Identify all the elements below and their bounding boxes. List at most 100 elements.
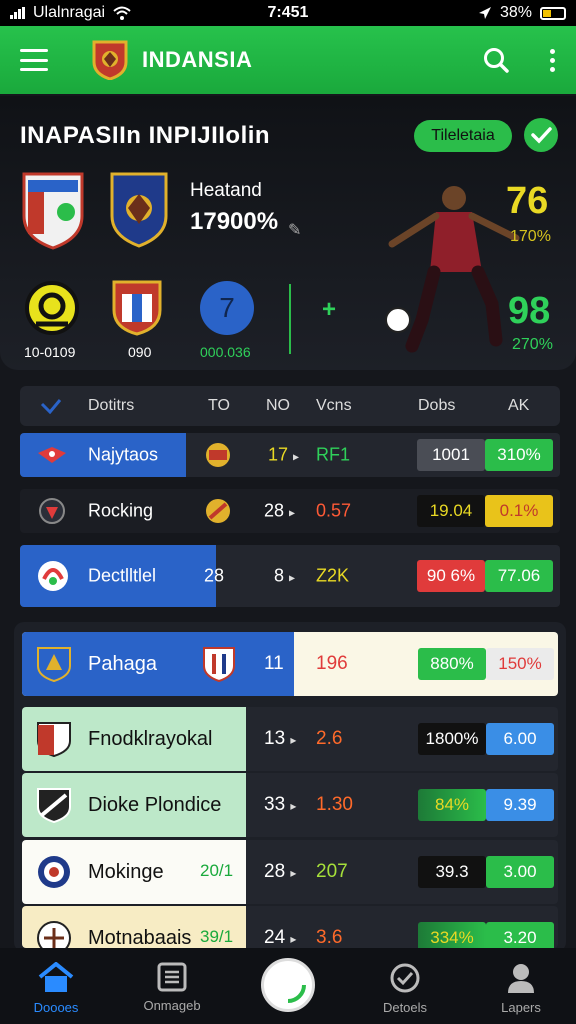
team-crest-away — [110, 172, 168, 248]
location-icon — [478, 7, 491, 19]
table-header: Dotitrs TO NO Vcns Dobs AK — [20, 386, 560, 426]
team-crest — [37, 722, 71, 757]
odds-box[interactable]: 310% — [485, 439, 553, 471]
table-row[interactable]: Fnodklrayokal 13 ▸ 2.6 1800% 6.00 — [22, 707, 558, 771]
nav-home[interactable]: Doooes — [11, 962, 101, 1015]
column-header[interactable]: Dotitrs — [88, 397, 134, 415]
odds-box[interactable]: 19.04 — [417, 495, 485, 527]
team-icon — [39, 498, 65, 524]
score-home-percent: 170% — [510, 228, 551, 245]
team-name: Motnabaais — [88, 927, 192, 948]
stat-value: Z2K — [316, 565, 350, 586]
team-crest — [37, 647, 71, 682]
divider — [289, 284, 291, 354]
badge-label-1: 10-0109 — [24, 344, 76, 360]
checkmark-icon[interactable] — [40, 398, 62, 414]
user-icon — [508, 964, 534, 993]
odds-box[interactable]: 90 6% — [417, 560, 485, 592]
column-header[interactable]: Vcns — [316, 397, 352, 415]
app-title: INDANSIA — [142, 47, 253, 72]
stat-value: 2.6 — [316, 728, 343, 749]
menu-icon[interactable] — [20, 49, 48, 71]
stat-value: 11 — [264, 653, 284, 674]
column-header[interactable]: AK — [508, 397, 529, 415]
table-row[interactable]: Dioke Plondice 33 ▸ 1.30 84% 9.39 — [22, 773, 558, 837]
stat-value: RF1 — [316, 444, 351, 465]
odds-box[interactable]: 3.20 — [486, 922, 554, 948]
stat-value: 8 ▸ — [274, 565, 296, 586]
row-tag: 28 — [204, 565, 225, 586]
plus-icon[interactable]: + — [322, 296, 336, 324]
battery-percent: 38% — [499, 4, 532, 21]
center-action-button[interactable] — [261, 958, 315, 1012]
stat-value: 28 ▸ — [264, 861, 297, 882]
odds-box[interactable]: 3.00 — [486, 856, 554, 888]
match-panel: INAPASIIn INPIJIIolin Tileletaia Heatand… — [0, 96, 576, 370]
score-home: 76 — [506, 180, 549, 222]
odds-box[interactable]: 1001 — [417, 439, 485, 471]
team-name: Dectlltlel — [88, 565, 157, 586]
status-bar: Ulalnragai 7:451 38% — [0, 0, 576, 26]
stat-value: 33 ▸ — [264, 794, 297, 815]
headline-label: Heatand — [190, 180, 262, 201]
match-title: INAPASIIn INPIJIIolin — [20, 122, 271, 149]
odds-box[interactable]: 880% — [418, 648, 486, 680]
nav-label: Doooes — [33, 1000, 79, 1015]
status-pill[interactable]: Tileletaia — [414, 120, 512, 152]
list-icon — [157, 962, 187, 992]
check-icon[interactable] — [524, 118, 558, 152]
more-options-icon[interactable] — [550, 48, 556, 72]
team-crest — [37, 921, 71, 948]
team-crest — [206, 443, 230, 467]
stat-value: 196 — [316, 653, 348, 674]
column-header[interactable]: Dobs — [418, 397, 455, 415]
nav-label: Lapers — [501, 1000, 541, 1015]
odds-box[interactable]: 1800% — [418, 723, 486, 755]
nav-details[interactable]: Detoels — [360, 962, 450, 1015]
odds-box[interactable]: 0.1% — [485, 495, 553, 527]
team-crest-secondary — [203, 647, 235, 682]
home-icon — [38, 962, 74, 992]
odds-box[interactable]: 334% — [418, 922, 486, 948]
stat-value: 207 — [316, 861, 348, 882]
table-row[interactable]: Rocking 28 ▸ 0.57 19.04 0.1% — [20, 489, 560, 533]
team-crest-home — [22, 172, 84, 250]
stat-value: 3.6 — [316, 927, 343, 948]
odds-box[interactable]: 39.3 — [418, 856, 486, 888]
nav-players[interactable]: Lapers — [476, 962, 566, 1015]
table-row[interactable]: Dectlltlel 28 8 ▸ Z2K 90 6% 77.06 — [20, 545, 560, 607]
signal-icon — [10, 7, 25, 19]
team-crest — [37, 788, 71, 823]
check-circle-icon — [390, 963, 420, 993]
odds-box[interactable]: 6.00 — [486, 723, 554, 755]
stat-value: 13 ▸ — [264, 728, 297, 749]
stat-value: 17 ▸ — [268, 444, 300, 465]
table-row[interactable]: Najytaos 17 ▸ RF1 1001 310% — [20, 433, 560, 477]
app-bar: INDANSIA — [0, 26, 576, 94]
app-logo — [92, 40, 128, 80]
stat-value: 0.57 — [316, 500, 352, 521]
badge-icon-2 — [112, 280, 162, 336]
battery-icon — [539, 6, 566, 20]
nav-overview[interactable]: Onmageb — [127, 962, 217, 1013]
team-name: Dioke Plondice — [88, 794, 222, 816]
table-row[interactable]: Motnabaais 39/1 24 ▸ 3.6 334% 3.20 — [22, 906, 558, 948]
search-icon[interactable] — [482, 46, 510, 74]
table-row[interactable]: Mokinge 20/1 28 ▸ 207 39.3 3.00 — [22, 840, 558, 904]
wifi-icon — [113, 6, 131, 20]
column-header[interactable]: TO — [208, 397, 230, 415]
odds-box[interactable]: 84% — [418, 789, 486, 821]
team-crest — [206, 499, 230, 523]
nav-label: Onmageb — [143, 998, 201, 1013]
carrier-name: Ulalnragai — [33, 4, 106, 21]
score-away-percent: 270% — [512, 336, 553, 353]
odds-box[interactable]: 77.06 — [485, 560, 553, 592]
column-header[interactable]: NO — [266, 397, 290, 415]
trend-icon: ✎ — [288, 222, 302, 239]
badge-number: 7 — [219, 292, 235, 323]
odds-box[interactable]: 9.39 — [486, 789, 554, 821]
player-illustration — [385, 186, 520, 353]
table-row[interactable]: Pahaga 11 196 880% 150% — [22, 632, 558, 696]
team-name: Najytaos — [88, 444, 159, 465]
odds-box[interactable]: 150% — [486, 648, 554, 680]
